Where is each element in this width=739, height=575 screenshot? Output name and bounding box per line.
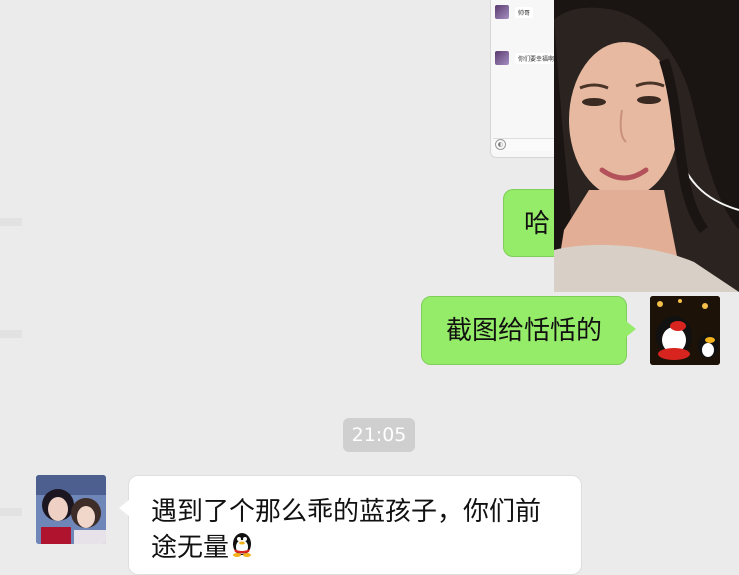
selfie-illustration (554, 0, 739, 292)
contact-photo (36, 475, 106, 544)
voice-icon: ◐ (495, 139, 506, 150)
mini-avatar (495, 5, 509, 19)
message-timestamp: 21:05 (343, 418, 415, 452)
sent-message-bubble[interactable]: 截图给恬恬的 (421, 296, 636, 365)
edge-marker (0, 218, 22, 226)
received-message-bubble[interactable]: 遇到了个那么乖的蓝孩子，你们前途无量 (119, 475, 582, 575)
message-text: 哈 (524, 209, 551, 239)
edge-marker (0, 330, 22, 338)
message-text: 遇到了个那么乖的蓝孩子，你们前途无量 (151, 497, 542, 563)
contact-avatar[interactable] (36, 475, 106, 544)
my-avatar[interactable] (650, 296, 720, 365)
penguin-toys-image (650, 296, 720, 365)
selfie-photo[interactable] (554, 0, 739, 292)
qq-penguin-icon (229, 531, 255, 567)
mini-message: 帅哥 (515, 6, 534, 18)
message-text: 截图给恬恬的 (445, 316, 602, 346)
mini-message: 你们要幸福啊 (515, 52, 558, 64)
mini-avatar (495, 51, 509, 65)
edge-marker (0, 508, 22, 516)
